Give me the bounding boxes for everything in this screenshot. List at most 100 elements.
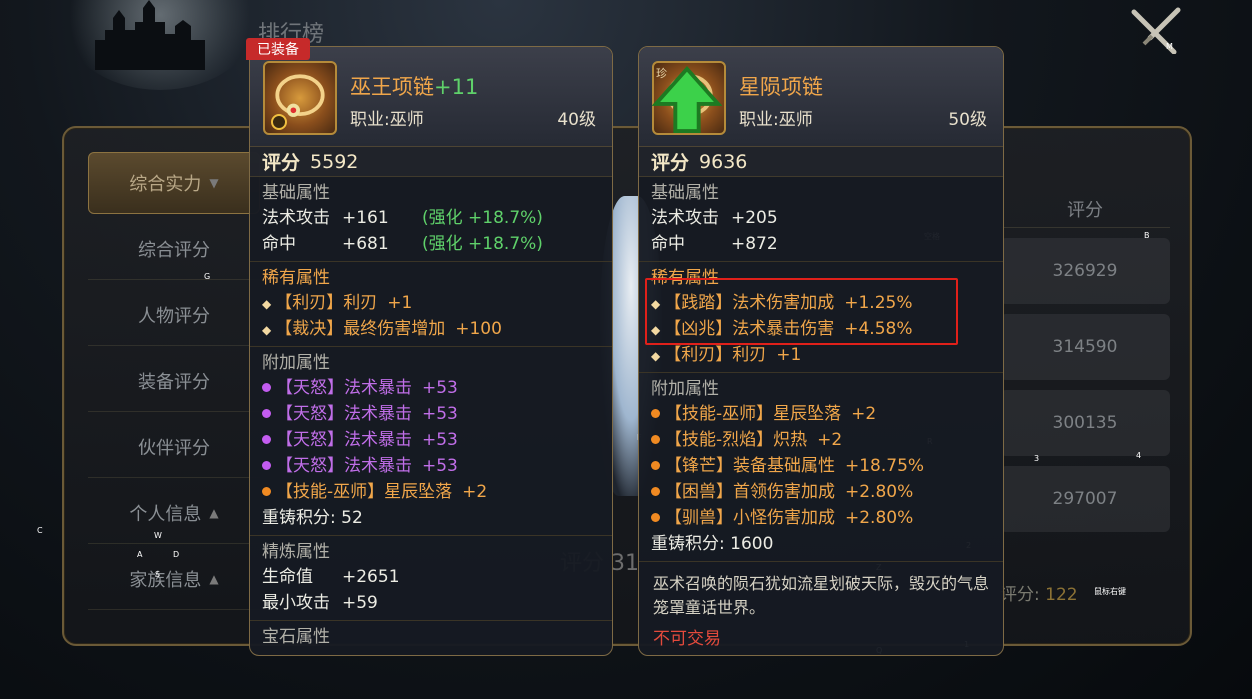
attribute-row: 法术攻击 +205	[651, 205, 991, 231]
attribute-row: 命中 +872	[651, 231, 991, 257]
orange-dot-icon	[651, 435, 660, 444]
attr-text: 【困兽】首领伤害加成	[665, 482, 835, 502]
attr-value: +1	[387, 293, 413, 313]
key-hint: A	[137, 550, 143, 559]
rank-row[interactable]: 326929	[1000, 238, 1170, 304]
attr-value: +53	[422, 430, 458, 450]
close-icon[interactable]	[1130, 6, 1182, 54]
equipped-item-tooltip: 巫王项链+11 职业:巫师 40级 评分 5592 基础属性 法术攻击 +161 (强…	[249, 46, 613, 656]
attr-text: 【天怒】法术暴击	[276, 404, 412, 424]
attr-text: 【驯兽】小怪伤害加成	[665, 508, 835, 528]
attr-name: 法术攻击	[262, 208, 330, 228]
attr-text: 【利刃】利刃	[275, 293, 378, 313]
attr-name: 法术攻击	[651, 208, 719, 228]
extra-attributes: 附加属性 【技能-巫师】星辰坠落 +2 【技能-烈焰】炽热 +2 【锋芒】装备基础属…	[639, 373, 1003, 562]
item-profession: 职业:巫师	[350, 110, 424, 130]
attr-value: +2	[817, 430, 843, 450]
necklace-icon	[263, 61, 337, 135]
attr-text: 【天怒】法术暴击	[276, 456, 412, 476]
item-level: 50级	[948, 110, 987, 130]
section-title: 附加属性	[651, 379, 719, 399]
rare-row: ◆ 【裁决】最终伤害增加 +100	[262, 316, 600, 342]
orange-dot-icon	[651, 513, 660, 522]
score-label: 评分	[651, 152, 690, 174]
attr-value: +1	[776, 345, 802, 365]
attr-text: 【技能-烈焰】炽热	[665, 430, 808, 450]
menu-item-overall-strength[interactable]: 综合实力 ▼	[88, 152, 260, 214]
attr-value: +681	[342, 234, 389, 254]
rank-row[interactable]: 314590	[1000, 314, 1170, 380]
key-hint: W	[154, 531, 162, 540]
purple-dot-icon	[262, 461, 271, 470]
rank-column-header: 评分	[1000, 190, 1170, 228]
menu-item-personal-info[interactable]: 个人信息 ▲	[88, 482, 260, 544]
section-title: 基础属性	[651, 183, 719, 203]
key-hint: C	[37, 526, 43, 535]
purple-dot-icon	[262, 383, 271, 392]
untradeable-label: 不可交易	[653, 629, 721, 649]
orange-dot-icon	[651, 487, 660, 496]
rare-row: ◆ 【利刃】利刃 +1	[262, 290, 600, 316]
recast-points: 重铸积分: 52	[262, 508, 363, 528]
gem-attributes: 宝石属性	[250, 621, 612, 653]
extra-row: 【驯兽】小怪伤害加成 +2.80%	[651, 505, 991, 531]
menu-item-character-score[interactable]: 人物评分	[88, 284, 260, 346]
rank-row[interactable]: 297007	[1000, 466, 1170, 532]
base-attributes: 基础属性 法术攻击 +205 命中 +872	[639, 177, 1003, 262]
score-value: 5592	[310, 150, 359, 173]
rare-row: ◆ 【利刃】利刃 +1	[651, 342, 991, 368]
refine-attributes: 精炼属性 生命值 +2651 最小攻击 +59	[250, 536, 612, 621]
attr-value: +872	[731, 234, 778, 254]
orange-dot-icon	[651, 409, 660, 418]
item-name-text: 巫王项链	[350, 75, 434, 99]
attribute-row: 最小攻击 +59	[262, 590, 600, 616]
attr-text: 【锋芒】装备基础属性	[665, 456, 835, 476]
diamond-icon: ◆	[262, 323, 272, 337]
score-value: 9636	[699, 150, 748, 173]
menu-label: 家族信息	[129, 569, 202, 591]
extra-row: 【天怒】法术暴击 +53	[262, 375, 600, 401]
chevron-up-icon: ▲	[209, 505, 219, 520]
chevron-down-icon: ▼	[209, 176, 219, 190]
equipped-badge: 已装备	[246, 38, 310, 60]
attr-value: +53	[422, 404, 458, 424]
key-hint: 鼠标右键	[1094, 587, 1126, 596]
ranking-menu: 综合实力 ▼ 综合评分 人物评分 装备评分 伙伴评分 个人信息 ▲ 家族信息 ▲	[88, 152, 260, 614]
item-name: 巫王项链+11	[350, 71, 478, 101]
key-hint: 3	[1034, 454, 1040, 463]
rank-row[interactable]: 300135	[1000, 390, 1170, 456]
attr-enhance: (强化 +18.7%)	[422, 208, 543, 228]
attribute-row: 生命值 +2651	[262, 564, 600, 590]
item-level: 40级	[557, 110, 596, 130]
attr-text: 【技能-巫师】星辰坠落	[276, 482, 453, 502]
attr-name: 命中	[262, 234, 296, 254]
attr-value: +53	[422, 378, 458, 398]
item-header: 巫王项链+11 职业:巫师 40级	[250, 47, 612, 147]
attr-value: +59	[342, 593, 378, 613]
key-hint: B	[1144, 231, 1150, 240]
extra-row: 【锋芒】装备基础属性 +18.75%	[651, 453, 991, 479]
attr-value: +2.80%	[845, 482, 914, 502]
item-profession: 职业:巫师	[739, 110, 813, 130]
menu-label: 个人信息	[129, 503, 202, 525]
extra-row: 【技能-烈焰】炽热 +2	[651, 427, 991, 453]
menu-item-equipment-score[interactable]: 装备评分	[88, 350, 260, 412]
menu-label: 综合评分	[138, 239, 210, 261]
key-hint: D	[173, 550, 180, 559]
section-title: 基础属性	[262, 183, 330, 203]
rare-attributes-highlight-box	[645, 278, 958, 345]
section-title: 附加属性	[262, 353, 330, 373]
attr-value: +161	[342, 208, 389, 228]
enhance-level: +11	[434, 75, 479, 99]
my-score-label: 评分:	[1000, 585, 1040, 605]
item-score: 评分 5592	[250, 147, 612, 177]
menu-item-overall-score[interactable]: 综合评分	[88, 218, 260, 280]
menu-label: 伙伴评分	[138, 437, 210, 459]
section-title: 宝石属性	[262, 627, 330, 647]
compare-item-tooltip: 珍 星陨项链 职业:巫师 50级 评分 9636 基础属性 法术攻击 +205 命中…	[638, 46, 1004, 656]
menu-item-partner-score[interactable]: 伙伴评分	[88, 416, 260, 478]
attr-text: 【裁决】最终伤害增加	[275, 319, 446, 339]
section-title: 精炼属性	[262, 542, 330, 562]
castle-silhouette	[95, 0, 205, 70]
attr-name: 命中	[651, 234, 685, 254]
